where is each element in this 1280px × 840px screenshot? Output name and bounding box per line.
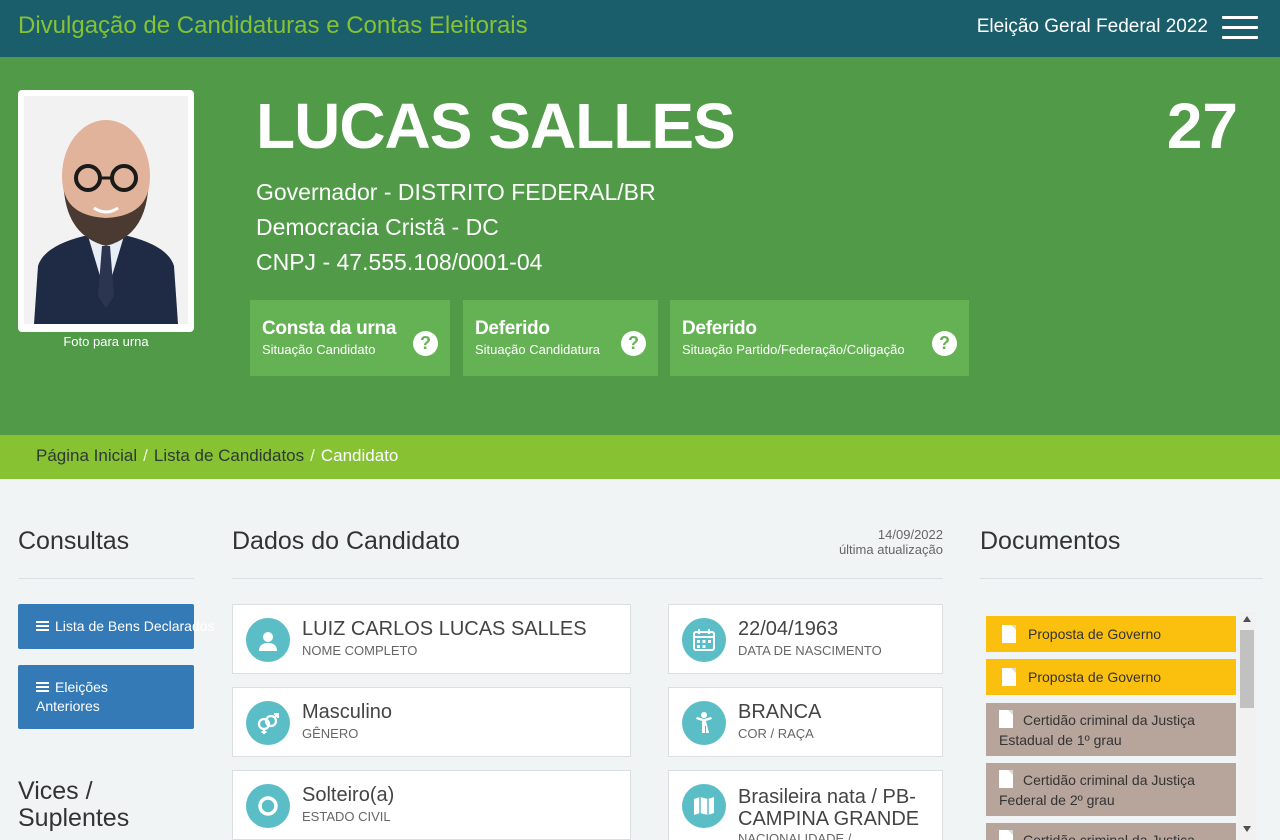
breadcrumb: Página Inicial / Lista de Candidatos / Candi… — [0, 435, 1280, 479]
status-party-label: Situação Partido/Federação/Coligação — [682, 342, 905, 357]
assets-list-button[interactable]: Lista de Bens Declarados — [18, 604, 215, 649]
documents-list[interactable]: Proposta de Governo Proposta de Governo … — [986, 612, 1256, 840]
last-update-label: última atualização — [838, 542, 943, 557]
card-full-name: LUIZ CARLOS LUCAS SALLES NOME COMPLETO — [232, 604, 631, 674]
scroll-up-icon[interactable] — [1243, 616, 1251, 622]
card-birth-date: 22/04/1963 DATA DE NASCIMENTO — [668, 604, 943, 674]
document-label-line1: Certidão criminal da Justiça — [1023, 712, 1195, 728]
document-item[interactable]: Proposta de Governo — [986, 616, 1236, 652]
file-icon — [999, 830, 1013, 840]
help-icon[interactable]: ? — [413, 331, 438, 356]
hamburger-menu-icon[interactable] — [1222, 16, 1258, 40]
race-value: BRANCA — [738, 701, 822, 723]
document-label-line2: Federal de 2º grau — [999, 792, 1115, 808]
card-civil-status: Solteiro(a) ESTADO CIVIL — [232, 770, 631, 840]
status-candidate-value: Consta da urna — [262, 318, 397, 339]
nationality-value-line2: CAMPINA GRANDE — [738, 808, 920, 830]
previous-elections-button[interactable]: Eleições Anteriores — [18, 665, 194, 729]
file-icon — [999, 770, 1013, 788]
birth-date-value: 22/04/1963 — [738, 618, 839, 640]
vices-title-line1: Vices / — [18, 777, 93, 805]
document-item[interactable]: Certidão criminal da Justiça Estadual de… — [986, 703, 1236, 756]
gender-value: Masculino — [302, 701, 393, 723]
scroll-down-icon[interactable] — [1243, 826, 1251, 832]
race-label: COR / RAÇA — [738, 726, 814, 741]
file-icon — [1002, 625, 1016, 643]
nationality-label: NACIONALIDADE / — [738, 831, 852, 840]
status-candidate-label: Situação Candidato — [262, 342, 376, 357]
documents-title: Documentos — [980, 527, 1121, 555]
civil-status-value: Solteiro(a) — [302, 784, 395, 806]
list-icon — [36, 682, 49, 692]
status-party: Deferido Situação Partido/Federação/Coli… — [670, 300, 969, 376]
assets-list-label: Lista de Bens Declarados — [55, 618, 215, 634]
photo-caption: Foto para urna — [63, 334, 149, 349]
card-race: BRANCA COR / RAÇA — [668, 687, 943, 757]
breadcrumb-candidate-list[interactable]: Lista de Candidatos — [154, 446, 304, 465]
breadcrumb-separator: / — [143, 446, 148, 465]
card-gender: Masculino GÊNERO — [232, 687, 631, 757]
user-icon — [246, 618, 290, 662]
document-item[interactable]: Certidão criminal da Justiça — [986, 823, 1236, 840]
document-label: Proposta de Governo — [1028, 669, 1162, 685]
nationality-value: Brasileira nata / PB- CAMPINA GRANDE — [738, 786, 919, 830]
card-nationality: Brasileira nata / PB- CAMPINA GRANDE NAC… — [668, 770, 943, 840]
previous-elections-label-1: Eleições — [55, 679, 108, 695]
civil-status-label: ESTADO CIVIL — [302, 809, 391, 824]
ring-icon — [246, 784, 290, 828]
file-icon — [999, 710, 1013, 728]
document-item[interactable]: Proposta de Governo — [986, 659, 1236, 695]
document-label: Proposta de Governo — [1028, 626, 1162, 642]
map-icon — [682, 784, 726, 828]
site-brand-link[interactable]: Divulgação de Candidaturas e Contas Elei… — [18, 12, 528, 40]
full-name-value: LUIZ CARLOS LUCAS SALLES — [302, 618, 587, 640]
breadcrumb-separator: / — [310, 446, 315, 465]
status-candidacy-value: Deferido — [475, 318, 550, 339]
last-update-date: 14/09/2022 — [877, 527, 943, 542]
help-icon[interactable]: ? — [621, 331, 646, 356]
calendar-icon — [682, 618, 726, 662]
divider — [232, 578, 943, 579]
vices-title-line2: Suplentes — [18, 804, 130, 832]
vices-title: Vices / Suplentes — [18, 778, 129, 832]
document-label-line1: Certidão criminal da Justiça — [1023, 832, 1195, 840]
candidate-party: Democracia Cristã - DC — [256, 214, 499, 240]
election-name: Eleição Geral Federal 2022 — [976, 16, 1208, 37]
documents-scroll-thumb[interactable] — [1240, 630, 1254, 708]
candidate-name: LUCAS SALLES — [256, 90, 736, 162]
candidate-photo-frame — [18, 90, 194, 332]
candidate-photo — [24, 96, 188, 324]
candidate-data-title: Dados do Candidato — [232, 527, 460, 555]
full-name-label: NOME COMPLETO — [302, 643, 418, 658]
gender-icon — [246, 701, 290, 745]
candidate-office: Governador - DISTRITO FEDERAL/BR — [256, 179, 656, 205]
person-icon — [682, 701, 726, 745]
status-candidacy: Deferido Situação Candidatura ? — [463, 300, 658, 376]
list-icon — [36, 621, 49, 631]
document-label-line1: Certidão criminal da Justiça — [1023, 772, 1195, 788]
document-item[interactable]: Certidão criminal da Justiça Federal de … — [986, 763, 1236, 816]
previous-elections-label-2: Anteriores — [36, 698, 100, 714]
birth-date-label: DATA DE NASCIMENTO — [738, 643, 882, 658]
divider — [980, 578, 1263, 579]
nationality-value-line1: Brasileira nata / PB- — [738, 786, 916, 808]
document-label-line2: Estadual de 1º grau — [999, 732, 1122, 748]
consultas-title: Consultas — [18, 527, 130, 555]
help-icon[interactable]: ? — [932, 331, 957, 356]
last-update: 14/09/2022 última atualização — [839, 527, 943, 557]
top-navbar: Divulgação de Candidaturas e Contas Elei… — [0, 0, 1280, 57]
breadcrumb-current: Candidato — [320, 446, 399, 465]
candidate-cnpj: CNPJ - 47.555.108/0001-04 — [256, 249, 543, 275]
status-candidate: Consta da urna Situação Candidato ? — [250, 300, 450, 376]
breadcrumb-home[interactable]: Página Inicial — [36, 446, 137, 465]
gender-label: GÊNERO — [302, 726, 359, 741]
status-party-value: Deferido — [682, 318, 757, 339]
candidate-number: 27 — [1166, 90, 1238, 162]
file-icon — [1002, 668, 1016, 686]
divider — [18, 578, 194, 579]
candidate-hero: Foto para urna LUCAS SALLES 27 Governado… — [0, 57, 1280, 435]
